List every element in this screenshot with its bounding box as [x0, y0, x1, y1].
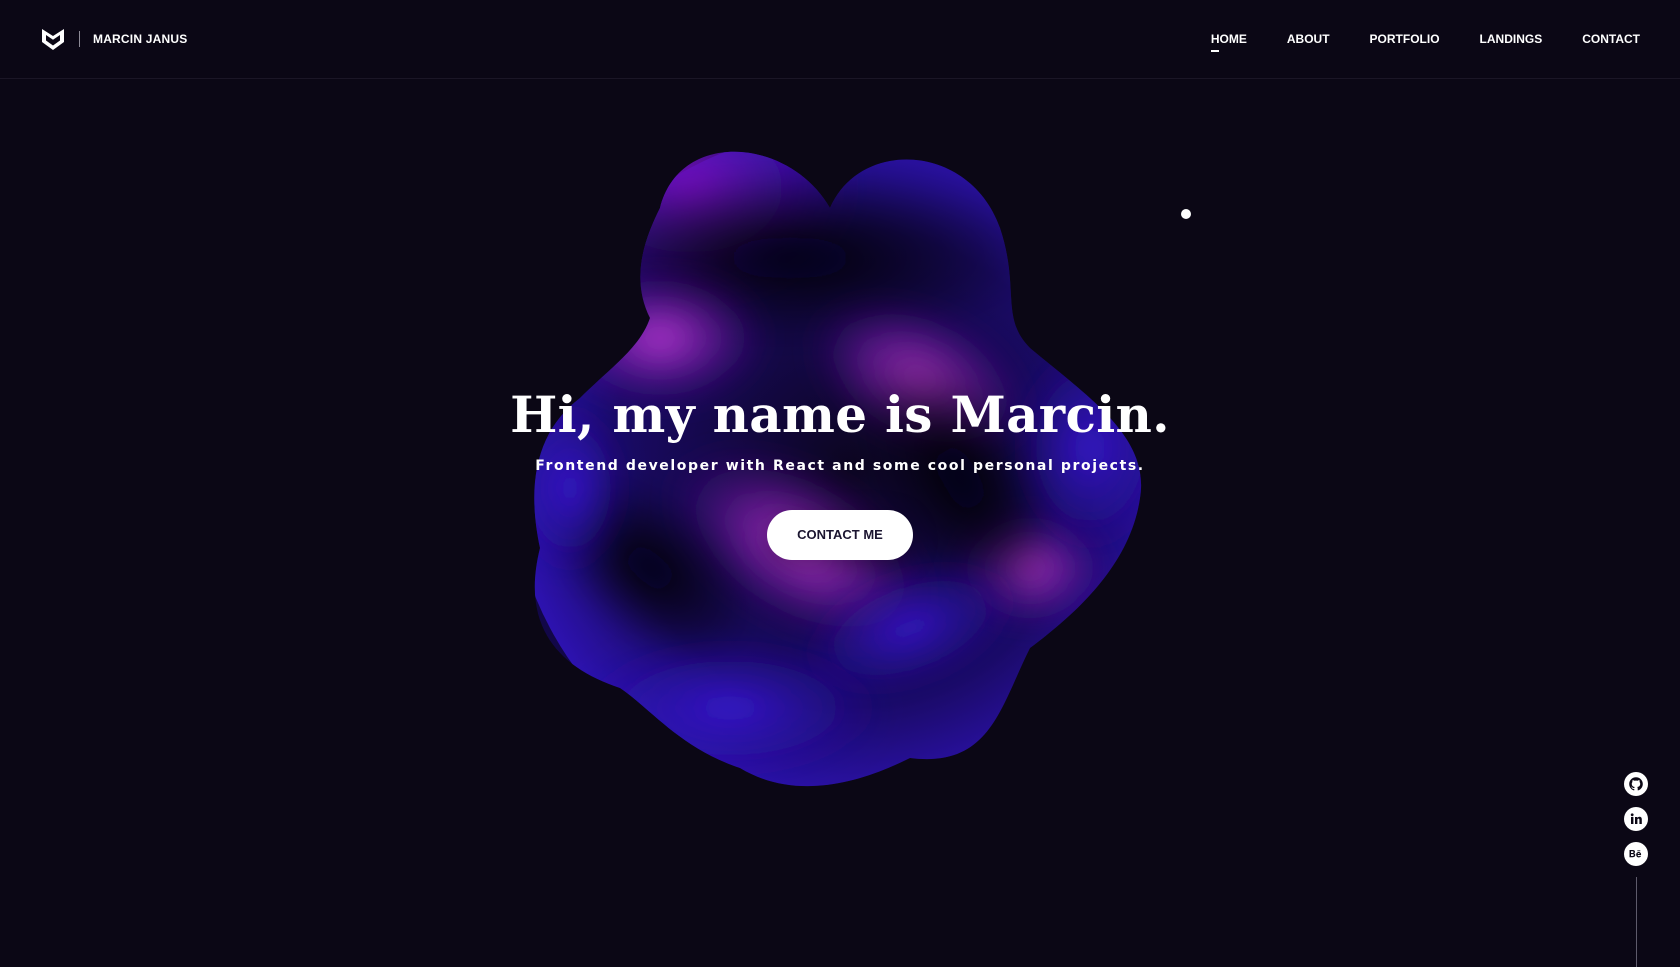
- nav-item-landings[interactable]: LANDINGS: [1480, 32, 1543, 46]
- nav-item-about[interactable]: ABOUT: [1287, 32, 1330, 46]
- page: MARCIN JANUS HOME ABOUT PORTFOLIO LANDIN…: [0, 0, 1680, 967]
- github-icon: [1629, 777, 1643, 791]
- social-vertical-line: [1636, 877, 1637, 967]
- main-nav: HOME ABOUT PORTFOLIO LANDINGS CONTACT: [1210, 32, 1640, 52]
- behance-icon: [1629, 850, 1642, 858]
- hero-subtitle: Frontend developer with React and some c…: [535, 458, 1145, 474]
- brand-name[interactable]: MARCIN JANUS: [93, 32, 187, 46]
- github-link[interactable]: [1624, 772, 1648, 796]
- linkedin-link[interactable]: [1624, 807, 1648, 831]
- contact-me-button[interactable]: CONTACT ME: [767, 510, 913, 560]
- social-links: [1624, 772, 1650, 967]
- nav-item-portfolio[interactable]: PORTFOLIO: [1370, 32, 1440, 46]
- brand-divider: [79, 31, 80, 47]
- site-header: MARCIN JANUS HOME ABOUT PORTFOLIO LANDIN…: [0, 0, 1680, 79]
- linkedin-icon: [1630, 813, 1642, 824]
- nav-item-contact[interactable]: CONTACT: [1582, 32, 1640, 46]
- cursor-dot: [1181, 209, 1191, 219]
- shield-m-logo-icon[interactable]: [40, 26, 66, 52]
- hero-title: Hi, my name is Marcin.: [510, 385, 1170, 444]
- behance-link[interactable]: [1624, 842, 1648, 866]
- nav-item-home[interactable]: HOME: [1210, 32, 1247, 52]
- brand[interactable]: MARCIN JANUS: [40, 26, 187, 52]
- hero-section: Hi, my name is Marcin. Frontend develope…: [0, 380, 1680, 560]
